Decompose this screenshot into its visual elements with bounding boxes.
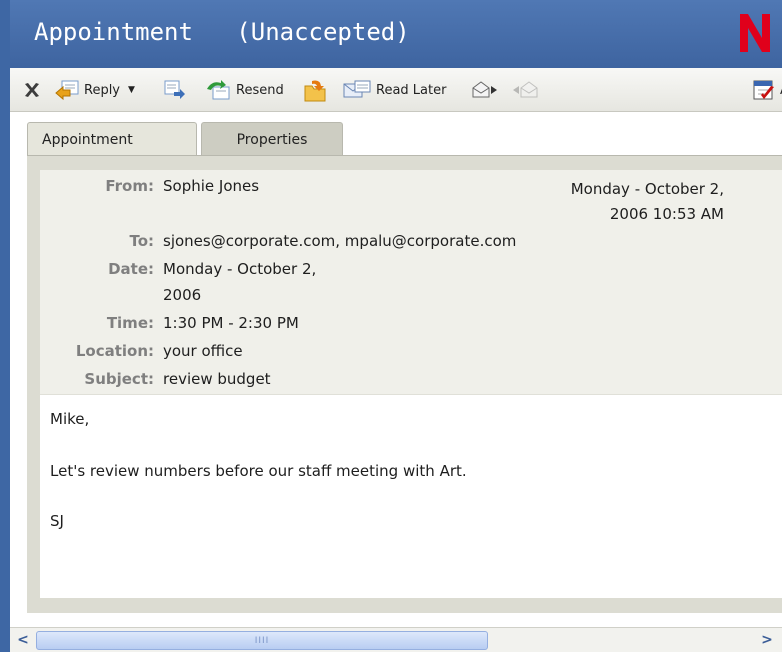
date-value-line-1: Monday - October 2, — [163, 260, 317, 278]
forward-button[interactable] — [162, 68, 186, 112]
scrollbar-thumb[interactable]: IIII — [36, 631, 488, 650]
sent-date-line-1: Monday - October 2, — [570, 180, 724, 198]
previous-item-icon — [513, 81, 538, 98]
delete-icon — [25, 83, 39, 97]
from-value[interactable]: Sophie Jones — [163, 177, 259, 195]
appointment-window: Appointment (Unaccepted) Reply ▼ Resend … — [0, 0, 782, 652]
resend-icon — [207, 80, 230, 100]
reply-button[interactable]: Reply ▼ — [54, 68, 135, 112]
sent-date-line-2: 2006 10:53 AM — [609, 205, 724, 223]
reply-icon — [55, 80, 79, 101]
tab-appointment[interactable]: Appointment — [27, 122, 197, 156]
accept-button[interactable]: A — [752, 68, 782, 112]
message-line: Mike, — [50, 410, 90, 428]
window-title: Appointment (Unaccepted) — [34, 18, 410, 46]
message-line: SJ — [50, 512, 64, 530]
horizontal-scrollbar[interactable]: < IIII > — [10, 627, 782, 652]
grip-icon: IIII — [254, 635, 270, 646]
subject-label: Subject: — [84, 370, 154, 388]
sent-date: Monday - October 2, 2006 10:53 AM — [514, 177, 724, 227]
folder-move-icon — [304, 80, 326, 102]
window-frame — [0, 0, 10, 652]
message-body[interactable] — [40, 394, 782, 598]
calendar-accept-icon — [753, 80, 774, 100]
next-item-icon — [472, 81, 497, 98]
chevron-right-icon: > — [761, 632, 773, 648]
read-later-icon — [343, 80, 371, 98]
delete-button[interactable] — [22, 68, 42, 112]
chevron-down-icon[interactable]: ▼ — [128, 85, 135, 95]
title-bar[interactable]: Appointment (Unaccepted) — [10, 0, 782, 68]
location-label: Location: — [75, 342, 154, 360]
scroll-right-button[interactable]: > — [756, 630, 778, 650]
time-label: Time: — [106, 314, 154, 332]
next-item-button[interactable] — [470, 68, 498, 112]
read-later-label: Read Later — [376, 82, 447, 98]
message-line: Let's review numbers before our staff me… — [50, 462, 467, 480]
reply-label: Reply — [84, 82, 121, 98]
chevron-left-icon: < — [17, 632, 29, 648]
date-value-line-2: 2006 — [163, 286, 202, 304]
scroll-left-button[interactable]: < — [12, 630, 34, 650]
forward-icon — [164, 80, 185, 99]
read-later-button[interactable]: Read Later — [342, 68, 446, 112]
to-value[interactable]: sjones@corporate.com, mpalu@corporate.co… — [163, 232, 516, 250]
resend-label: Resend — [236, 82, 284, 98]
move-button[interactable] — [302, 68, 328, 112]
subject-value: review budget — [163, 370, 271, 388]
previous-item-button[interactable] — [512, 68, 540, 112]
time-value: 1:30 PM - 2:30 PM — [163, 314, 299, 332]
to-label: To: — [129, 232, 154, 250]
resend-button[interactable]: Resend — [204, 68, 284, 112]
location-value: your office — [163, 342, 243, 360]
date-label: Date: — [108, 260, 154, 278]
novell-logo — [740, 14, 770, 52]
toolbar: Reply ▼ Resend Read Later — [10, 68, 782, 112]
from-label: From: — [105, 177, 154, 195]
tab-properties[interactable]: Properties — [201, 122, 343, 156]
